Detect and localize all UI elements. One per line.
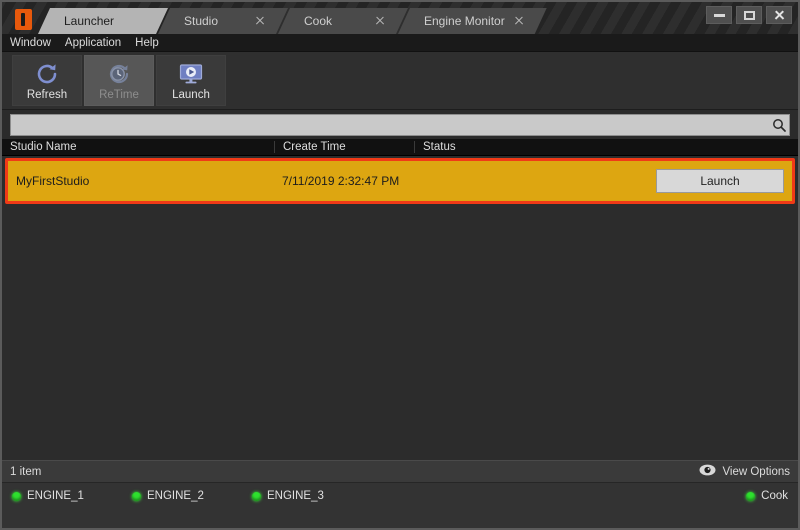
search-bar[interactable] bbox=[10, 114, 790, 136]
engine-indicator-2[interactable]: ENGINE_2 bbox=[132, 490, 252, 502]
column-header-status[interactable]: Status bbox=[414, 141, 798, 153]
refresh-icon bbox=[33, 61, 61, 87]
row-launch-button[interactable]: Launch bbox=[656, 169, 784, 193]
status-led-icon bbox=[132, 491, 141, 501]
tab-engine-monitor-label: Engine Monitor bbox=[424, 14, 505, 28]
cell-studio-name: MyFirstStudio bbox=[16, 174, 90, 188]
column-header-create-time[interactable]: Create Time bbox=[274, 141, 414, 153]
engine-1-label: ENGINE_1 bbox=[27, 490, 84, 502]
eye-icon bbox=[699, 464, 716, 479]
view-options-button[interactable]: View Options bbox=[699, 464, 790, 479]
search-icon[interactable] bbox=[769, 118, 789, 132]
tab-studio-close-icon[interactable] bbox=[254, 15, 266, 27]
item-count-label: 1 item bbox=[10, 465, 42, 478]
launcher-window: Launcher Studio Cook Engine Monitor Wind… bbox=[0, 0, 800, 530]
cell-status: Launch bbox=[414, 169, 792, 193]
close-icon bbox=[774, 10, 785, 21]
status-bar: 1 item View Options bbox=[2, 460, 798, 482]
engine-indicator-1[interactable]: ENGINE_1 bbox=[12, 490, 132, 502]
refresh-button-label: Refresh bbox=[26, 88, 68, 101]
title-bar: Launcher Studio Cook Engine Monitor bbox=[2, 2, 798, 34]
status-led-icon bbox=[252, 491, 261, 501]
retime-button-label: ReTime bbox=[99, 88, 139, 101]
tab-cook-label: Cook bbox=[304, 14, 333, 28]
tab-studio[interactable]: Studio bbox=[158, 8, 288, 34]
menu-item-help[interactable]: Help bbox=[135, 37, 159, 49]
status-led-icon bbox=[12, 491, 21, 501]
launch-button-label: Launch bbox=[172, 88, 210, 101]
engine-indicator-3[interactable]: ENGINE_3 bbox=[252, 490, 372, 502]
tab-engine-monitor-close-icon[interactable] bbox=[513, 15, 525, 27]
close-button[interactable] bbox=[766, 6, 792, 24]
engine-status-bar: ENGINE_1 ENGINE_2 ENGINE_3 Cook bbox=[2, 482, 798, 528]
app-logo-icon bbox=[10, 6, 36, 32]
launch-button[interactable]: Launch bbox=[156, 55, 226, 106]
engine-2-label: ENGINE_2 bbox=[147, 490, 204, 502]
view-options-label: View Options bbox=[722, 465, 790, 478]
menu-item-application[interactable]: Application bbox=[65, 37, 121, 49]
toolbar: Refresh ReTime Launch bbox=[2, 52, 798, 110]
status-led-icon bbox=[746, 491, 756, 501]
table-body: MyFirstStudio 7/11/2019 2:32:47 PM Launc… bbox=[2, 156, 798, 460]
table-header: Studio Name Create Time Status bbox=[2, 139, 798, 156]
maximize-button[interactable] bbox=[736, 6, 762, 24]
menu-item-window[interactable]: Window bbox=[10, 37, 51, 49]
minimize-button[interactable] bbox=[706, 6, 732, 24]
menu-bar: Window Application Help bbox=[2, 34, 798, 52]
refresh-button[interactable]: Refresh bbox=[12, 55, 82, 106]
tab-cook-close-icon[interactable] bbox=[374, 15, 386, 27]
column-header-studio-name[interactable]: Studio Name bbox=[2, 141, 274, 153]
tab-cook[interactable]: Cook bbox=[278, 8, 408, 34]
minimize-icon bbox=[713, 13, 725, 17]
retime-clock-icon bbox=[105, 61, 133, 87]
search-input[interactable] bbox=[11, 115, 769, 135]
engine-3-label: ENGINE_3 bbox=[267, 490, 324, 502]
maximize-icon bbox=[743, 10, 755, 20]
tab-launcher-label: Launcher bbox=[64, 14, 115, 28]
tab-launcher[interactable]: Launcher bbox=[38, 8, 168, 34]
tab-engine-monitor[interactable]: Engine Monitor bbox=[398, 8, 547, 34]
cell-create-time: 7/11/2019 2:32:47 PM bbox=[282, 174, 400, 188]
cook-label: Cook bbox=[761, 490, 788, 502]
tab-studio-label: Studio bbox=[184, 14, 219, 28]
table-row[interactable]: MyFirstStudio 7/11/2019 2:32:47 PM Launc… bbox=[8, 161, 792, 201]
tab-strip: Launcher Studio Cook Engine Monitor bbox=[38, 2, 798, 34]
cook-indicator[interactable]: Cook bbox=[746, 490, 788, 502]
launch-monitor-icon bbox=[177, 61, 205, 87]
window-controls bbox=[706, 6, 792, 24]
retime-button[interactable]: ReTime bbox=[84, 55, 154, 106]
